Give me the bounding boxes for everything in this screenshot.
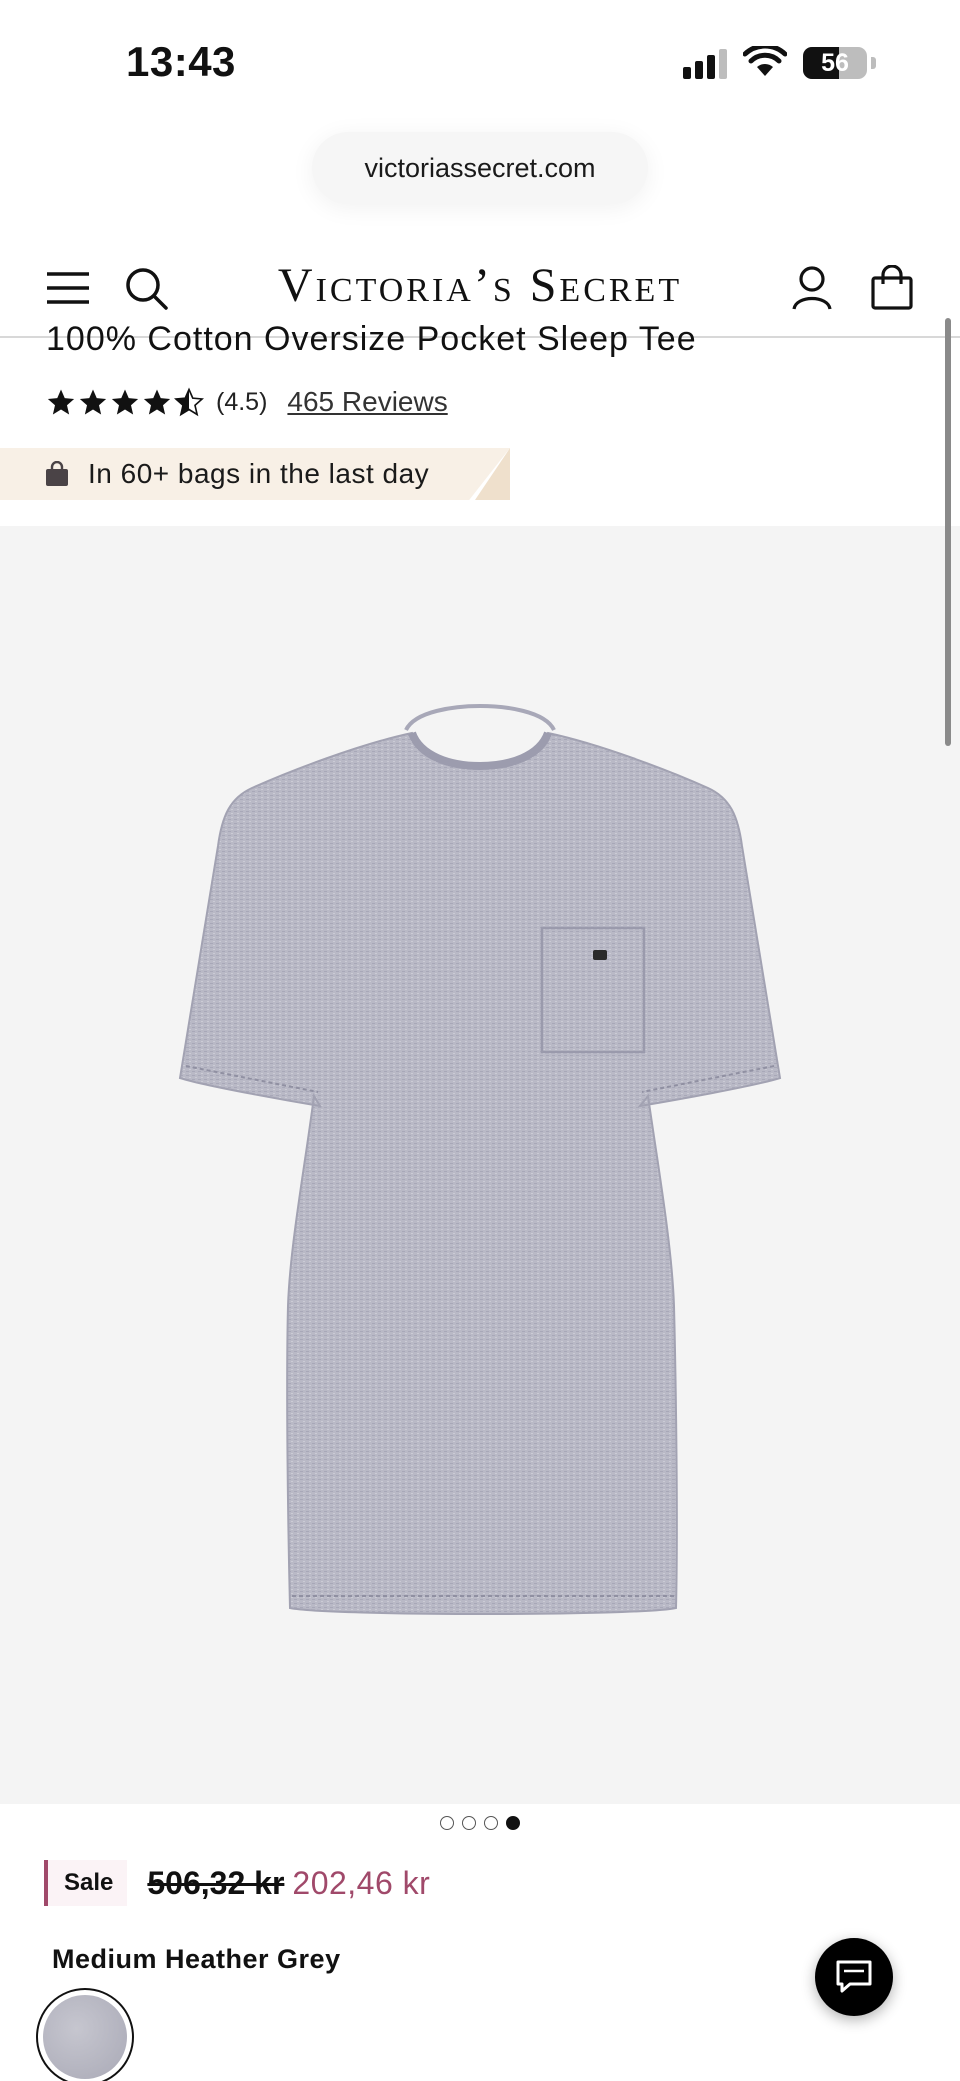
star-icon (79, 389, 107, 415)
color-swatch-selected[interactable] (36, 1988, 134, 2081)
carousel-dot[interactable] (484, 1816, 498, 1830)
product-title: 100% Cotton Oversize Pocket Sleep Tee (46, 320, 697, 358)
price-row: Sale 506,32 kr 202,46 kr (44, 1860, 430, 1906)
carousel-dot[interactable] (462, 1816, 476, 1830)
sale-price: 202,46 kr (292, 1864, 431, 1901)
product-image[interactable] (0, 526, 960, 1804)
shopping-bag-icon[interactable] (862, 258, 922, 318)
carousel-dot[interactable] (506, 1816, 520, 1830)
chat-bubble-icon (836, 1960, 872, 1993)
star-icon (47, 389, 75, 415)
star-icon (111, 389, 139, 415)
account-icon[interactable] (782, 258, 842, 318)
status-icons: 56 (683, 46, 876, 80)
address-bar[interactable]: victoriassecret.com (312, 132, 648, 204)
battery-percent: 56 (821, 48, 849, 77)
rating-row: (4.5) 465 Reviews (46, 386, 448, 418)
color-swatch-medium-heather-grey (43, 1995, 127, 2079)
popularity-text: In 60+ bags in the last day (88, 458, 430, 489)
rating-value: (4.5) (216, 387, 268, 416)
star-icon (143, 389, 171, 415)
battery-icon: 56 (803, 47, 867, 79)
scrollbar[interactable] (945, 318, 951, 746)
carousel-dot[interactable] (440, 1816, 454, 1830)
selected-color-name: Medium Heather Grey (52, 1944, 341, 1974)
tshirt-image (178, 703, 782, 1615)
chat-button[interactable] (815, 1938, 893, 2016)
sale-badge: Sale (44, 1860, 128, 1906)
popularity-banner: In 60+ bags in the last day (0, 448, 510, 500)
status-time: 13:43 (126, 38, 236, 85)
reviews-link[interactable]: 465 Reviews (287, 386, 447, 418)
carousel-dots[interactable] (0, 1816, 960, 1830)
battery-tip (871, 57, 876, 69)
cellular-signal-icon (683, 47, 727, 79)
original-price: 506,32 kr (147, 1864, 285, 1901)
status-bar: 13:43 56 (0, 0, 960, 120)
star-rating (46, 387, 204, 417)
wifi-icon (743, 46, 787, 76)
shopping-bag-icon (46, 461, 68, 486)
half-star-icon (174, 387, 204, 417)
